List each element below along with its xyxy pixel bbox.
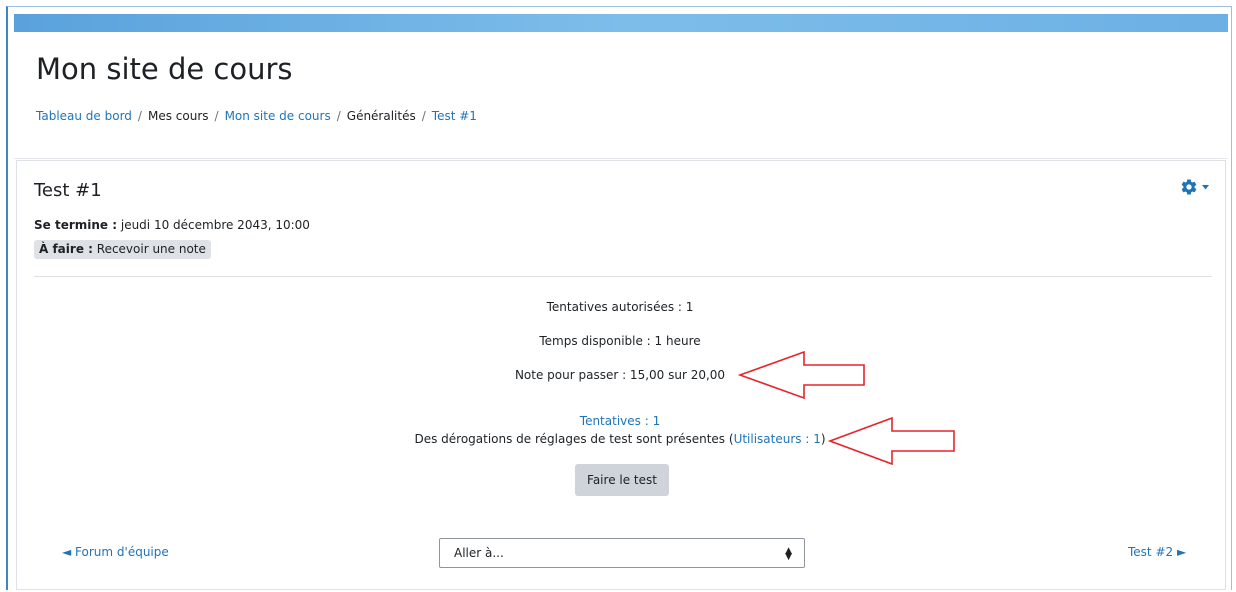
todo-label: À faire : <box>39 242 93 256</box>
overrides-users-link[interactable]: Utilisateurs : 1 <box>734 432 821 446</box>
breadcrumb: Tableau de bord / Mes cours / Mon site d… <box>36 109 477 123</box>
closes-label: Se termine : <box>34 218 118 232</box>
quiz-title: Test #1 <box>34 180 102 201</box>
breadcrumb-section: Généralités <box>346 109 416 123</box>
updown-caret-icon: ▲ ▼ <box>785 546 792 562</box>
breadcrumb-separator: / <box>336 109 341 123</box>
quiz-dates: Se termine : jeudi 10 décembre 2043, 10:… <box>34 218 310 232</box>
time-limit: Temps disponible : 1 heure <box>539 334 701 348</box>
annotation-arrow-icon <box>738 350 865 400</box>
divider <box>34 276 1212 277</box>
caret-down-icon <box>1202 184 1209 189</box>
settings-menu-button[interactable] <box>1180 176 1216 198</box>
overrides-close: ) <box>820 432 826 446</box>
annotation-arrow-icon <box>828 416 955 466</box>
breadcrumb-separator: / <box>421 109 426 123</box>
jump-to-label: Aller à... <box>454 546 504 560</box>
jump-to-select[interactable]: Aller à... ▲ ▼ <box>439 538 805 568</box>
breadcrumb-dashboard[interactable]: Tableau de bord <box>36 109 132 123</box>
closes-value: jeudi 10 décembre 2043, 10:00 <box>120 218 310 232</box>
overrides-text: Des dérogations de réglages de test sont… <box>414 432 734 446</box>
completion-badge: À faire : Recevoir une note <box>34 240 211 259</box>
attempts-allowed: Tentatives autorisées : 1 <box>546 300 694 314</box>
page-title: Mon site de cours <box>36 52 293 86</box>
breadcrumb-separator: / <box>137 109 142 123</box>
breadcrumb-course[interactable]: Mon site de cours <box>225 109 331 123</box>
gear-icon <box>1181 179 1197 195</box>
prev-activity-link[interactable]: ◄ Forum d'équipe <box>62 545 169 559</box>
next-activity-link[interactable]: Test #2 ► <box>1128 545 1186 559</box>
todo-value: Recevoir une note <box>96 242 206 256</box>
attempts-link[interactable]: Tentatives : 1 <box>580 414 660 428</box>
theme-top-bar <box>14 14 1228 32</box>
breadcrumb-my-courses: Mes cours <box>147 109 209 123</box>
breadcrumb-separator: / <box>214 109 219 123</box>
breadcrumb-quiz[interactable]: Test #1 <box>432 109 477 123</box>
start-quiz-button[interactable]: Faire le test <box>575 464 669 496</box>
